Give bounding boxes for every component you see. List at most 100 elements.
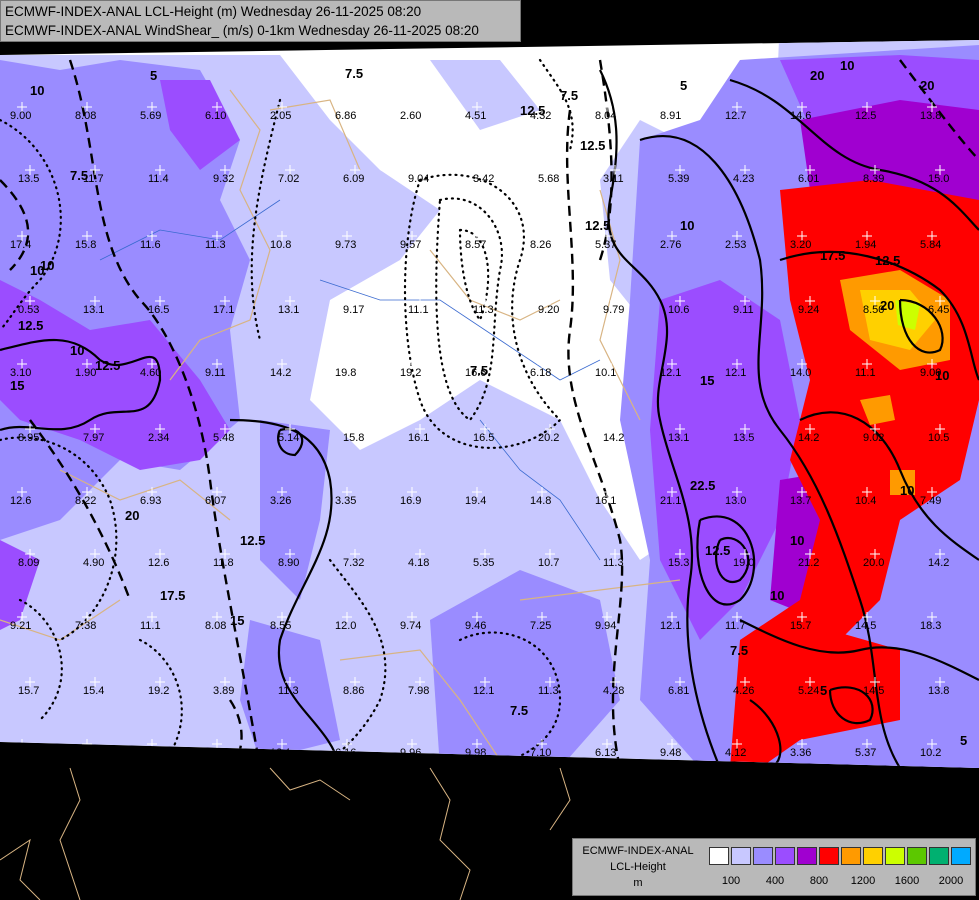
legend-swatch bbox=[863, 847, 883, 865]
contour-label: 7.5 bbox=[345, 66, 363, 81]
windshear-value: 14.5 bbox=[863, 685, 884, 697]
windshear-value: 5.24 bbox=[798, 685, 819, 697]
windshear-value: 5.68 bbox=[538, 173, 559, 185]
windshear-value: 11.1 bbox=[408, 304, 429, 316]
windshear-value: 9.94 bbox=[595, 620, 616, 632]
windshear-value: 8.22 bbox=[75, 495, 96, 507]
windshear-value: 11.3 bbox=[205, 239, 226, 251]
color-legend: ECMWF-INDEX-ANAL LCL-Height m 100 400 800 1… bbox=[572, 838, 976, 896]
contour-label: 7.5 bbox=[560, 88, 578, 103]
legend-swatch bbox=[951, 847, 971, 865]
windshear-value: 15.4 bbox=[83, 685, 104, 697]
windshear-value: 8.90 bbox=[278, 557, 299, 569]
windshear-value: 6.18 bbox=[530, 367, 551, 379]
windshear-value: 14.2 bbox=[928, 557, 949, 569]
windshear-value: 0.53 bbox=[18, 304, 39, 316]
windshear-value: 12.6 bbox=[148, 557, 169, 569]
legend-model: ECMWF-INDEX-ANAL bbox=[582, 845, 694, 857]
legend-swatch bbox=[775, 847, 795, 865]
windshear-value: 7.49 bbox=[920, 495, 941, 507]
contour-label: 7.5 bbox=[510, 703, 528, 718]
windshear-value: 5.39 bbox=[668, 173, 689, 185]
windshear-value: 8.86 bbox=[343, 685, 364, 697]
windshear-value: 8.55 bbox=[270, 620, 291, 632]
contour-label: 15 bbox=[230, 613, 244, 628]
title-line-windshear: ECMWF-INDEX-ANAL WindShear_ (m/s) 0-1km … bbox=[5, 23, 479, 38]
windshear-value: 11.1 bbox=[140, 620, 161, 632]
map-title-box: ECMWF-INDEX-ANAL LCL-Height (m) Wednesda… bbox=[0, 0, 521, 42]
windshear-value: 5.37 bbox=[855, 747, 876, 759]
windshear-value: 8.57 bbox=[465, 239, 486, 251]
windshear-value: 5.14 bbox=[278, 432, 299, 444]
contour-label: 12.5 bbox=[580, 138, 605, 153]
windshear-value: 1.90 bbox=[75, 367, 96, 379]
legend-swatch bbox=[797, 847, 817, 865]
contour-label: 10 bbox=[900, 483, 914, 498]
windshear-value: 14.2 bbox=[270, 367, 291, 379]
windshear-value: 9.04 bbox=[408, 173, 429, 185]
contour-label: 22.5 bbox=[690, 478, 715, 493]
windshear-value: 15.8 bbox=[75, 239, 96, 251]
legend-tick-label: 100 bbox=[721, 875, 741, 887]
contour-label: 10 bbox=[790, 533, 804, 548]
windshear-value: 9.57 bbox=[400, 239, 421, 251]
windshear-value: 6.45 bbox=[928, 304, 949, 316]
windshear-value: 6.01 bbox=[798, 173, 819, 185]
windshear-value: 7.02 bbox=[278, 173, 299, 185]
contour-label: 7.5 bbox=[730, 643, 748, 658]
windshear-value: 8.39 bbox=[863, 173, 884, 185]
windshear-value: 14.6 bbox=[790, 110, 811, 122]
windshear-value: 12.1 bbox=[473, 685, 494, 697]
legend-field: LCL-Height bbox=[610, 861, 666, 873]
legend-swatch bbox=[753, 847, 773, 865]
windshear-value: 15.7 bbox=[790, 620, 811, 632]
windshear-value: 11.4 bbox=[148, 173, 169, 185]
contour-label: 10 bbox=[935, 368, 949, 383]
windshear-value: 4.18 bbox=[408, 557, 429, 569]
contour-label: 10 bbox=[770, 588, 784, 603]
windshear-value: 2.60 bbox=[400, 110, 421, 122]
contour-label: 5 bbox=[680, 78, 687, 93]
windshear-value: 2.53 bbox=[725, 239, 746, 251]
legend-swatch bbox=[929, 847, 949, 865]
legend-unit: m bbox=[633, 877, 643, 889]
windshear-value: 6.86 bbox=[335, 110, 356, 122]
windshear-value: 19.4 bbox=[465, 495, 486, 507]
windshear-value: 8.09 bbox=[18, 557, 39, 569]
contour-label: 12.5 bbox=[705, 543, 730, 558]
windshear-value: 14.2 bbox=[603, 432, 624, 444]
windshear-value: 12.0 bbox=[335, 620, 356, 632]
windshear-value: 11.8 bbox=[213, 557, 234, 569]
contour-label: 12.5 bbox=[240, 533, 265, 548]
windshear-value: 3.42 bbox=[473, 173, 494, 185]
windshear-value: 21.1 bbox=[660, 495, 681, 507]
windshear-value: 9.11 bbox=[205, 367, 226, 379]
contour-label: 12.5 bbox=[95, 358, 120, 373]
windshear-value: 4.12 bbox=[725, 747, 746, 759]
windshear-value: 14.8 bbox=[530, 495, 551, 507]
windshear-value: 13.5 bbox=[733, 432, 754, 444]
windshear-value: 9.11 bbox=[733, 304, 754, 316]
legend-swatch bbox=[709, 847, 729, 865]
windshear-value: 6.07 bbox=[205, 495, 226, 507]
windshear-value: 6.10 bbox=[205, 110, 226, 122]
windshear-value: 3.20 bbox=[790, 239, 811, 251]
windshear-value: 3.26 bbox=[270, 495, 291, 507]
windshear-value: 2.34 bbox=[148, 432, 169, 444]
windshear-value: 7.25 bbox=[530, 620, 551, 632]
windshear-value: 11.3 bbox=[538, 685, 559, 697]
windshear-value: 16.5 bbox=[148, 304, 169, 316]
windshear-value: 9.73 bbox=[335, 239, 356, 251]
windshear-value: 9.02 bbox=[863, 432, 884, 444]
windshear-value: 8.08 bbox=[75, 110, 96, 122]
contour-label: 7.5 bbox=[70, 168, 88, 183]
weather-map: 9.00 8.08 5.69 6.10 2.05 6.86 2.60 4.51 4.32 8.04… bbox=[0, 0, 979, 900]
legend-swatch bbox=[731, 847, 751, 865]
windshear-value: 9.46 bbox=[465, 620, 486, 632]
contour-label: 10 bbox=[30, 263, 44, 278]
windshear-value: 9.74 bbox=[400, 620, 421, 632]
windshear-value: 10.7 bbox=[538, 557, 559, 569]
contour-label: 17.5 bbox=[820, 248, 845, 263]
contour-label: 10 bbox=[30, 83, 44, 98]
windshear-value: 19.0 bbox=[733, 557, 754, 569]
